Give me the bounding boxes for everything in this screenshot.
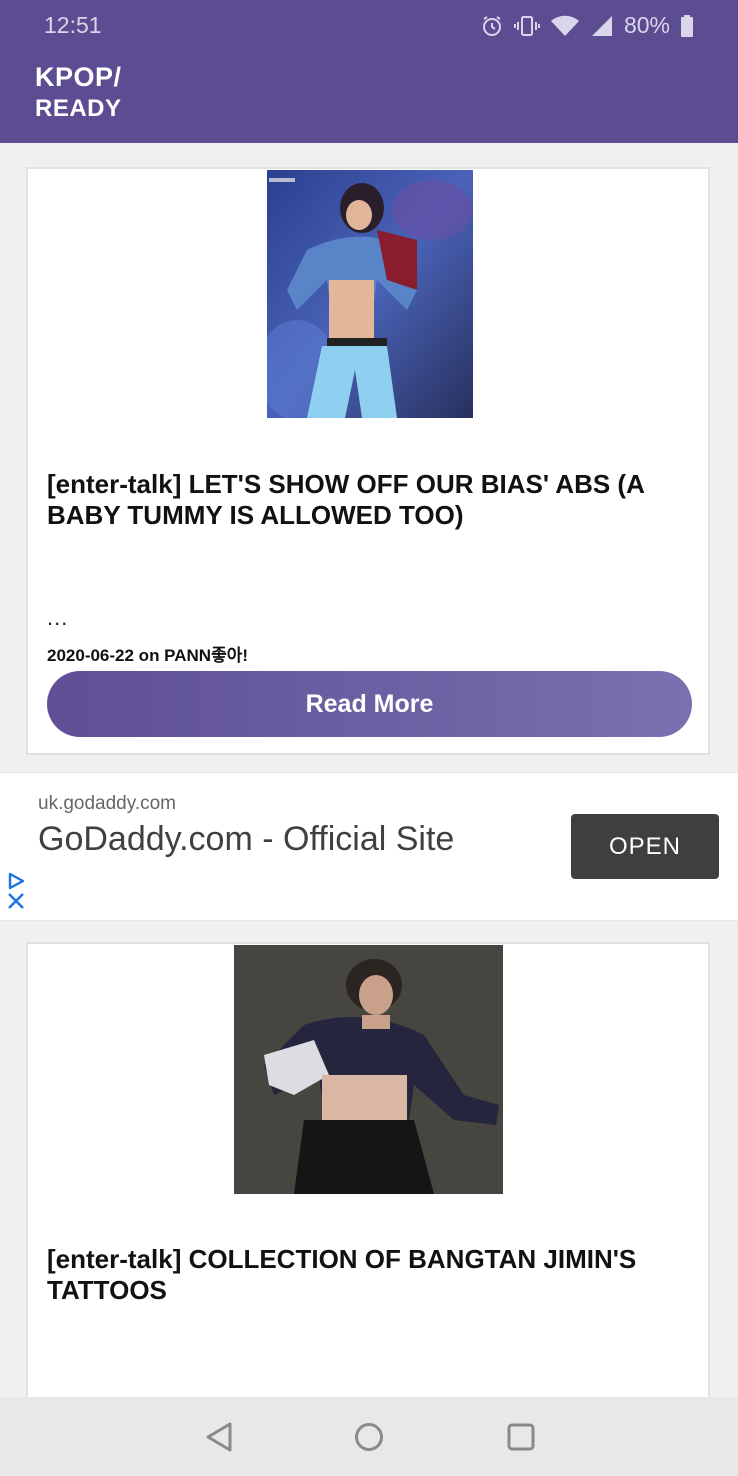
status-bar: 12:51 80% <box>0 0 738 50</box>
post-thumbnail[interactable] <box>267 170 473 418</box>
ad-choices[interactable] <box>6 871 26 911</box>
alarm-icon <box>480 14 504 38</box>
logo-line-2: READY <box>35 95 122 122</box>
system-nav-bar <box>0 1397 738 1476</box>
back-icon[interactable] <box>199 1417 239 1457</box>
read-more-button[interactable]: Read More <box>47 671 692 737</box>
post-card: [enter-talk] COLLECTION OF BANGTAN JIMIN… <box>26 942 710 1412</box>
post-title[interactable]: [enter-talk] LET'S SHOW OFF OUR BIAS' AB… <box>47 469 687 531</box>
adchoices-icon[interactable] <box>6 871 26 891</box>
post-card: [enter-talk] LET'S SHOW OFF OUR BIAS' AB… <box>26 167 710 755</box>
status-icons: 80% <box>480 12 694 39</box>
app-header: 12:51 80% KPOP/ READY <box>0 0 738 143</box>
post-excerpt: ... <box>47 605 69 630</box>
logo-line-1: KPOP/ <box>35 62 122 92</box>
vibrate-icon <box>513 14 540 38</box>
ad-domain: uk.godaddy.com <box>38 793 177 814</box>
app-logo[interactable]: KPOP/ READY <box>35 62 122 124</box>
post-meta: 2020-06-22 on PANN좋아! <box>47 646 249 665</box>
home-icon[interactable] <box>349 1417 389 1457</box>
signal-icon <box>590 14 614 38</box>
ad-open-button[interactable]: OPEN <box>571 814 719 879</box>
post-title[interactable]: [enter-talk] COLLECTION OF BANGTAN JIMIN… <box>47 1244 687 1306</box>
status-time: 12:51 <box>44 12 102 38</box>
ad-banner[interactable]: uk.godaddy.com GoDaddy.com - Official Si… <box>0 772 738 921</box>
ad-headline[interactable]: GoDaddy.com - Official Site <box>38 819 538 860</box>
battery-text: 80% <box>623 12 670 38</box>
post-thumbnail[interactable] <box>234 945 503 1194</box>
recents-icon[interactable] <box>501 1417 541 1457</box>
wifi-icon <box>550 14 580 38</box>
battery-icon <box>680 14 694 38</box>
close-icon[interactable] <box>6 891 26 911</box>
